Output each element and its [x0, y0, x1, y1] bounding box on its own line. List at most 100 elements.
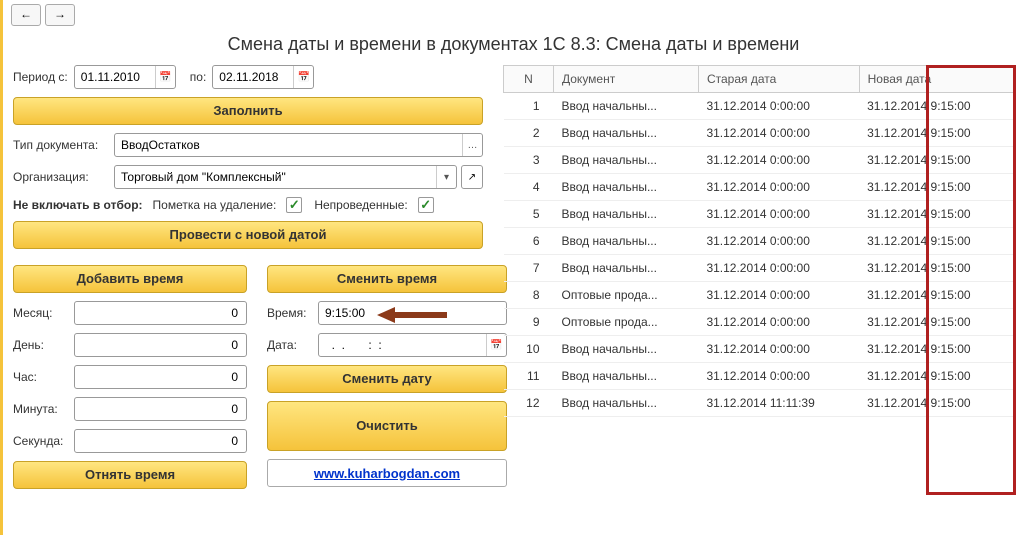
table-row[interactable]: 4Ввод начальны...31.12.2014 0:00:0031.12… [504, 174, 1014, 201]
day-label: День: [13, 338, 68, 352]
cell-new: 31.12.2014 9:15:00 [859, 309, 1013, 336]
cell-old: 31.12.2014 0:00:00 [698, 201, 859, 228]
exclude-label: Не включать в отбор: [13, 198, 143, 212]
cell-n: 8 [504, 282, 554, 309]
date-label: Дата: [267, 338, 312, 352]
cell-new: 31.12.2014 9:15:00 [859, 336, 1013, 363]
period-from-input[interactable]: 📅 [74, 65, 176, 89]
cell-doc: Ввод начальны... [554, 228, 699, 255]
table-row[interactable]: 8Оптовые прода...31.12.2014 0:00:0031.12… [504, 282, 1014, 309]
date-input[interactable]: 📅 [318, 333, 507, 357]
period-to-field[interactable] [213, 68, 293, 86]
cell-old: 31.12.2014 0:00:00 [698, 120, 859, 147]
add-time-button[interactable]: Добавить время [13, 265, 247, 293]
nav-back-button[interactable]: ← [11, 4, 41, 26]
table-row[interactable]: 11Ввод начальны...31.12.2014 0:00:0031.1… [504, 363, 1014, 390]
date-field[interactable] [319, 336, 486, 354]
org-label: Организация: [13, 170, 108, 184]
cell-doc: Ввод начальны... [554, 120, 699, 147]
subtract-time-button[interactable]: Отнять время [13, 461, 247, 489]
unposted-checkbox[interactable]: ✓ [418, 197, 434, 213]
table-row[interactable]: 12Ввод начальны...31.12.2014 11:11:3931.… [504, 390, 1014, 417]
change-date-button[interactable]: Сменить дату [267, 365, 507, 393]
cell-new: 31.12.2014 9:15:00 [859, 390, 1013, 417]
cell-new: 31.12.2014 9:15:00 [859, 174, 1013, 201]
cell-n: 5 [504, 201, 554, 228]
col-new[interactable]: Новая дата [859, 66, 1013, 93]
table-row[interactable]: 3Ввод начальны...31.12.2014 0:00:0031.12… [504, 147, 1014, 174]
month-input[interactable] [74, 301, 247, 325]
day-input[interactable] [74, 333, 247, 357]
table-row[interactable]: 10Ввод начальны...31.12.2014 0:00:0031.1… [504, 336, 1014, 363]
cell-doc: Ввод начальны... [554, 336, 699, 363]
mark-delete-label: Пометка на удаление: [153, 198, 277, 212]
nav-forward-button[interactable]: → [45, 4, 75, 26]
hour-input[interactable] [74, 365, 247, 389]
period-to-input[interactable]: 📅 [212, 65, 314, 89]
website-link[interactable]: www.kuharbogdan.com [314, 466, 460, 481]
calendar-icon[interactable]: 📅 [155, 66, 175, 88]
time-input[interactable] [318, 301, 507, 325]
fill-button[interactable]: Заполнить [13, 97, 483, 125]
doc-type-field[interactable] [115, 136, 462, 154]
org-field[interactable] [115, 168, 436, 186]
cell-doc: Ввод начальны... [554, 255, 699, 282]
cell-old: 31.12.2014 0:00:00 [698, 228, 859, 255]
cell-old: 31.12.2014 0:00:00 [698, 174, 859, 201]
calendar-icon[interactable]: 📅 [293, 66, 313, 88]
second-input[interactable] [74, 429, 247, 453]
cell-old: 31.12.2014 11:11:39 [698, 390, 859, 417]
cell-old: 31.12.2014 0:00:00 [698, 363, 859, 390]
cell-doc: Оптовые прода... [554, 282, 699, 309]
cell-new: 31.12.2014 9:15:00 [859, 201, 1013, 228]
cell-new: 31.12.2014 9:15:00 [859, 120, 1013, 147]
cell-n: 12 [504, 390, 554, 417]
cell-n: 7 [504, 255, 554, 282]
open-external-button[interactable]: ↗ [461, 165, 483, 189]
cell-old: 31.12.2014 0:00:00 [698, 282, 859, 309]
time-label: Время: [267, 306, 312, 320]
cell-new: 31.12.2014 9:15:00 [859, 147, 1013, 174]
col-doc[interactable]: Документ [554, 66, 699, 93]
col-old[interactable]: Старая дата [698, 66, 859, 93]
post-new-date-button[interactable]: Провести с новой датой [13, 221, 483, 249]
link-box: www.kuharbogdan.com [267, 459, 507, 487]
period-from-field[interactable] [75, 68, 155, 86]
doc-type-select[interactable]: … [114, 133, 483, 157]
cell-n: 3 [504, 147, 554, 174]
change-time-button[interactable]: Сменить время [267, 265, 507, 293]
period-to-label: по: [190, 70, 207, 84]
cell-new: 31.12.2014 9:15:00 [859, 255, 1013, 282]
clear-button[interactable]: Очистить [267, 401, 507, 451]
col-n[interactable]: N [504, 66, 554, 93]
cell-old: 31.12.2014 0:00:00 [698, 93, 859, 120]
table-row[interactable]: 5Ввод начальны...31.12.2014 0:00:0031.12… [504, 201, 1014, 228]
mark-delete-checkbox[interactable]: ✓ [286, 197, 302, 213]
time-field[interactable] [319, 304, 506, 322]
cell-doc: Ввод начальны... [554, 201, 699, 228]
table-row[interactable]: 1Ввод начальны...31.12.2014 0:00:0031.12… [504, 93, 1014, 120]
cell-new: 31.12.2014 9:15:00 [859, 93, 1013, 120]
cell-old: 31.12.2014 0:00:00 [698, 309, 859, 336]
cell-new: 31.12.2014 9:15:00 [859, 282, 1013, 309]
cell-n: 10 [504, 336, 554, 363]
cell-new: 31.12.2014 9:15:00 [859, 228, 1013, 255]
unposted-label: Непроведенные: [314, 198, 407, 212]
period-from-label: Период с: [13, 70, 68, 84]
cell-n: 9 [504, 309, 554, 336]
cell-doc: Оптовые прода... [554, 309, 699, 336]
ellipsis-icon[interactable]: … [462, 134, 482, 156]
chevron-down-icon[interactable]: ▾ [436, 166, 456, 188]
table-row[interactable]: 6Ввод начальны...31.12.2014 0:00:0031.12… [504, 228, 1014, 255]
cell-old: 31.12.2014 0:00:00 [698, 147, 859, 174]
cell-doc: Ввод начальны... [554, 93, 699, 120]
cell-old: 31.12.2014 0:00:00 [698, 255, 859, 282]
org-select[interactable]: ▾ [114, 165, 457, 189]
cell-new: 31.12.2014 9:15:00 [859, 363, 1013, 390]
minute-input[interactable] [74, 397, 247, 421]
table-row[interactable]: 7Ввод начальны...31.12.2014 0:00:0031.12… [504, 255, 1014, 282]
cell-old: 31.12.2014 0:00:00 [698, 336, 859, 363]
table-row[interactable]: 9Оптовые прода...31.12.2014 0:00:0031.12… [504, 309, 1014, 336]
month-label: Месяц: [13, 306, 68, 320]
table-row[interactable]: 2Ввод начальны...31.12.2014 0:00:0031.12… [504, 120, 1014, 147]
